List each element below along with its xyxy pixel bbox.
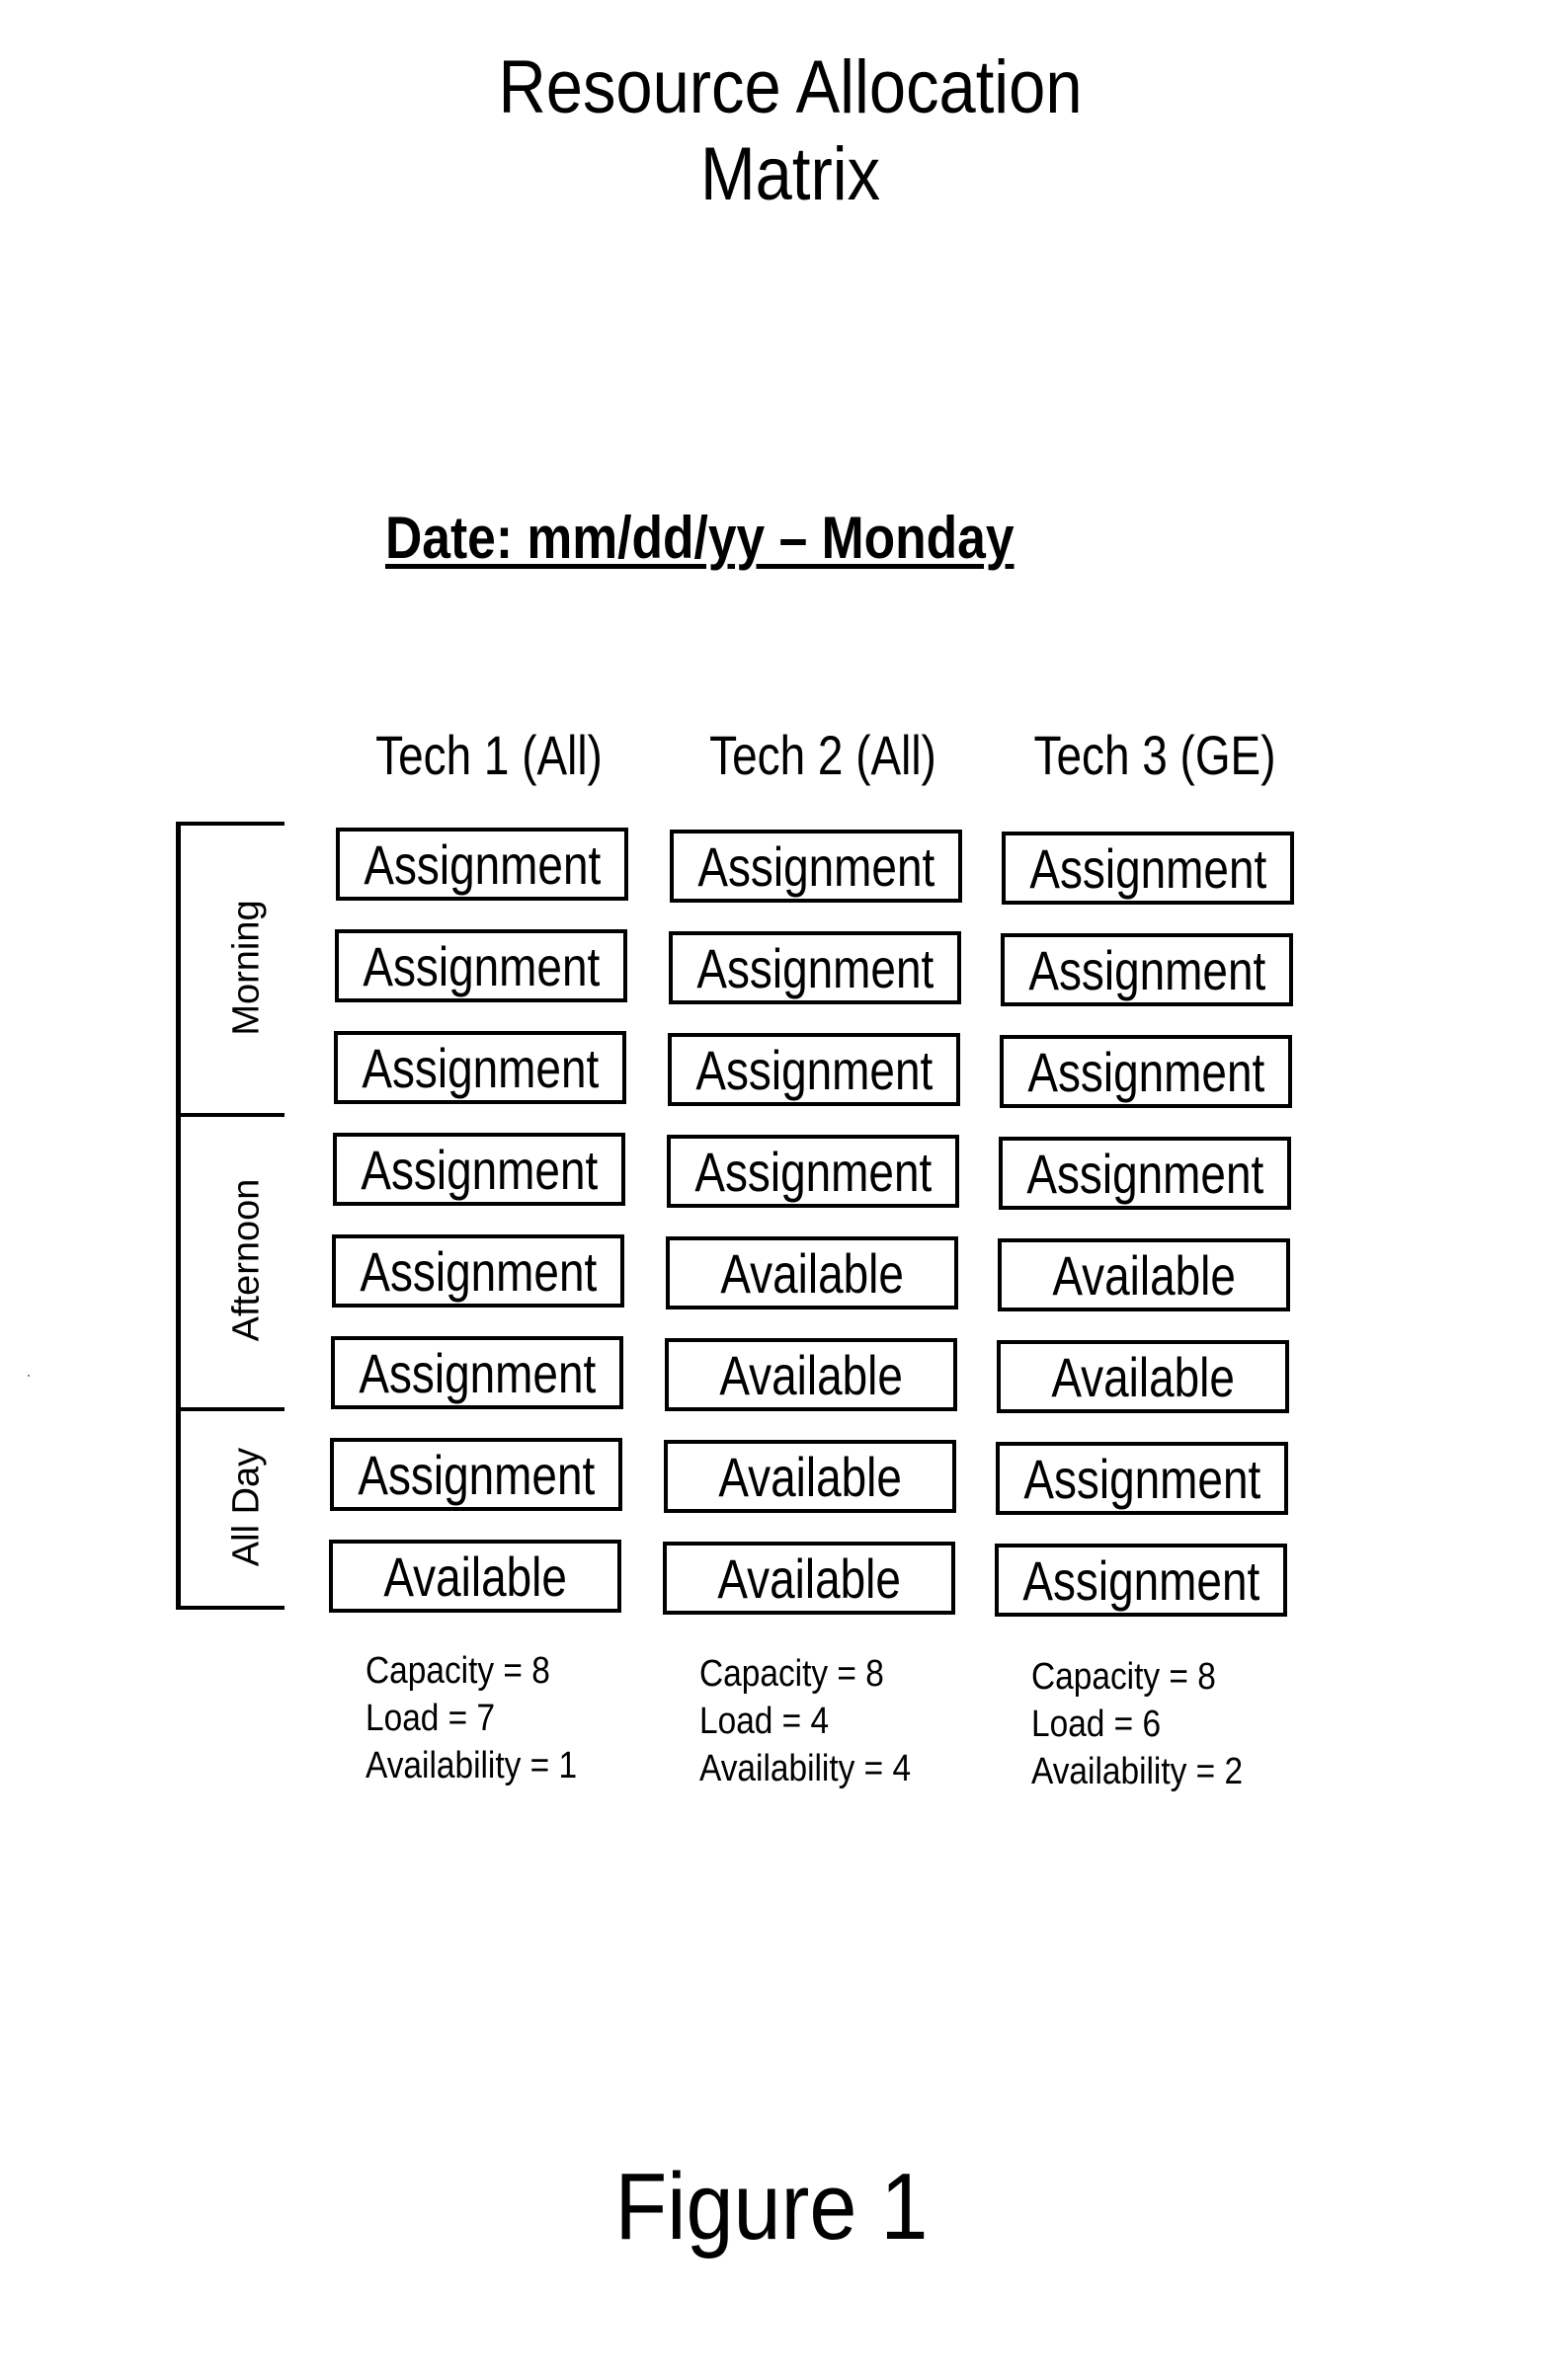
period-label-morning: Morning bbox=[225, 899, 268, 1036]
slot-assignment[interactable]: Assignment bbox=[670, 830, 962, 903]
slot-label: Assignment bbox=[696, 936, 934, 999]
tech-header-2: Tech 2 (All) bbox=[709, 724, 936, 786]
date-heading: Date: mm/dd/yy – Monday bbox=[385, 505, 1015, 571]
slot-label: Available bbox=[719, 1343, 903, 1406]
capacity-value: Capacity = 8 bbox=[365, 1650, 550, 1692]
slot-assignment[interactable]: Assignment bbox=[999, 1137, 1291, 1210]
slot-label: Assignment bbox=[361, 1138, 598, 1201]
capacity-value: Capacity = 8 bbox=[699, 1653, 884, 1695]
slot-assignment[interactable]: Assignment bbox=[334, 1031, 626, 1104]
period-label-all-day: All Day bbox=[225, 1447, 268, 1566]
load-value: Load = 4 bbox=[699, 1701, 830, 1742]
slot-assignment[interactable]: Assignment bbox=[996, 1442, 1288, 1515]
slot-label: Available bbox=[383, 1545, 567, 1608]
slot-label: Assignment bbox=[1022, 1548, 1259, 1612]
slot-label: Assignment bbox=[358, 1443, 595, 1506]
slot-assignment[interactable]: Assignment bbox=[995, 1544, 1287, 1617]
slot-available[interactable]: Available bbox=[329, 1540, 621, 1613]
slot-label: Assignment bbox=[697, 834, 934, 898]
availability-value: Availability = 4 bbox=[699, 1748, 912, 1789]
slot-assignment[interactable]: Assignment bbox=[331, 1336, 623, 1409]
slot-assignment[interactable]: Assignment bbox=[333, 1133, 625, 1206]
slot-label: Assignment bbox=[1026, 1142, 1263, 1205]
tech-header-1: Tech 1 (All) bbox=[375, 724, 603, 786]
slot-label: Available bbox=[1051, 1345, 1235, 1408]
period-divider bbox=[176, 1113, 284, 1117]
slot-label: Available bbox=[717, 1547, 901, 1610]
period-divider bbox=[176, 1606, 284, 1610]
tech-stats-2: Capacity = 8 Load = 4 Availability = 4 bbox=[699, 1650, 911, 1792]
slot-assignment[interactable]: Assignment bbox=[667, 1135, 959, 1208]
load-value: Load = 7 bbox=[365, 1698, 496, 1739]
diagram-title: Resource Allocation Matrix bbox=[95, 44, 1486, 218]
tech-header-3: Tech 3 (GE) bbox=[1033, 724, 1276, 786]
slot-label: Assignment bbox=[1023, 1447, 1260, 1510]
slot-label: Assignment bbox=[360, 1239, 597, 1303]
slot-assignment[interactable]: Assignment bbox=[336, 828, 628, 901]
slot-available[interactable]: Available bbox=[997, 1340, 1289, 1413]
slot-label: Assignment bbox=[1029, 836, 1266, 900]
tech-stats-3: Capacity = 8 Load = 6 Availability = 2 bbox=[1031, 1653, 1243, 1795]
period-label-afternoon: Afternoon bbox=[225, 1178, 268, 1342]
slot-available[interactable]: Available bbox=[666, 1236, 958, 1309]
slot-available[interactable]: Available bbox=[664, 1440, 956, 1513]
slot-label: Assignment bbox=[694, 1140, 932, 1203]
availability-value: Availability = 1 bbox=[365, 1745, 578, 1786]
slot-label: Available bbox=[718, 1445, 902, 1508]
slot-label: Assignment bbox=[1027, 1040, 1264, 1103]
slot-label: Assignment bbox=[1028, 938, 1265, 1001]
capacity-value: Capacity = 8 bbox=[1031, 1656, 1216, 1698]
slot-available[interactable]: Available bbox=[663, 1542, 955, 1615]
period-divider bbox=[176, 1407, 284, 1411]
slot-assignment[interactable]: Assignment bbox=[330, 1438, 622, 1511]
slot-label: Available bbox=[720, 1241, 904, 1305]
title-line-2: Matrix bbox=[699, 132, 881, 216]
slot-label: Assignment bbox=[364, 833, 601, 896]
slot-assignment[interactable]: Assignment bbox=[335, 929, 627, 1002]
slot-label: Assignment bbox=[695, 1038, 933, 1101]
slot-assignment[interactable]: Assignment bbox=[1002, 832, 1294, 905]
slot-label: Assignment bbox=[362, 1036, 599, 1099]
slot-available[interactable]: Available bbox=[665, 1338, 957, 1411]
period-axis-line bbox=[176, 822, 181, 1610]
tech-stats-1: Capacity = 8 Load = 7 Availability = 1 bbox=[365, 1647, 577, 1789]
scan-speck bbox=[28, 1375, 30, 1377]
slot-label: Available bbox=[1052, 1243, 1236, 1307]
slot-assignment[interactable]: Assignment bbox=[669, 931, 961, 1004]
slot-assignment[interactable]: Assignment bbox=[668, 1033, 960, 1106]
availability-value: Availability = 2 bbox=[1031, 1751, 1244, 1792]
slot-available[interactable]: Available bbox=[998, 1238, 1290, 1311]
load-value: Load = 6 bbox=[1031, 1704, 1162, 1745]
title-line-1: Resource Allocation bbox=[498, 45, 1083, 129]
slot-assignment[interactable]: Assignment bbox=[1001, 933, 1293, 1006]
slot-label: Assignment bbox=[359, 1341, 596, 1404]
figure-label: Figure 1 bbox=[614, 2154, 929, 2260]
period-divider bbox=[176, 822, 284, 826]
slot-assignment[interactable]: Assignment bbox=[332, 1234, 624, 1308]
slot-assignment[interactable]: Assignment bbox=[1000, 1035, 1292, 1108]
slot-label: Assignment bbox=[363, 934, 600, 997]
